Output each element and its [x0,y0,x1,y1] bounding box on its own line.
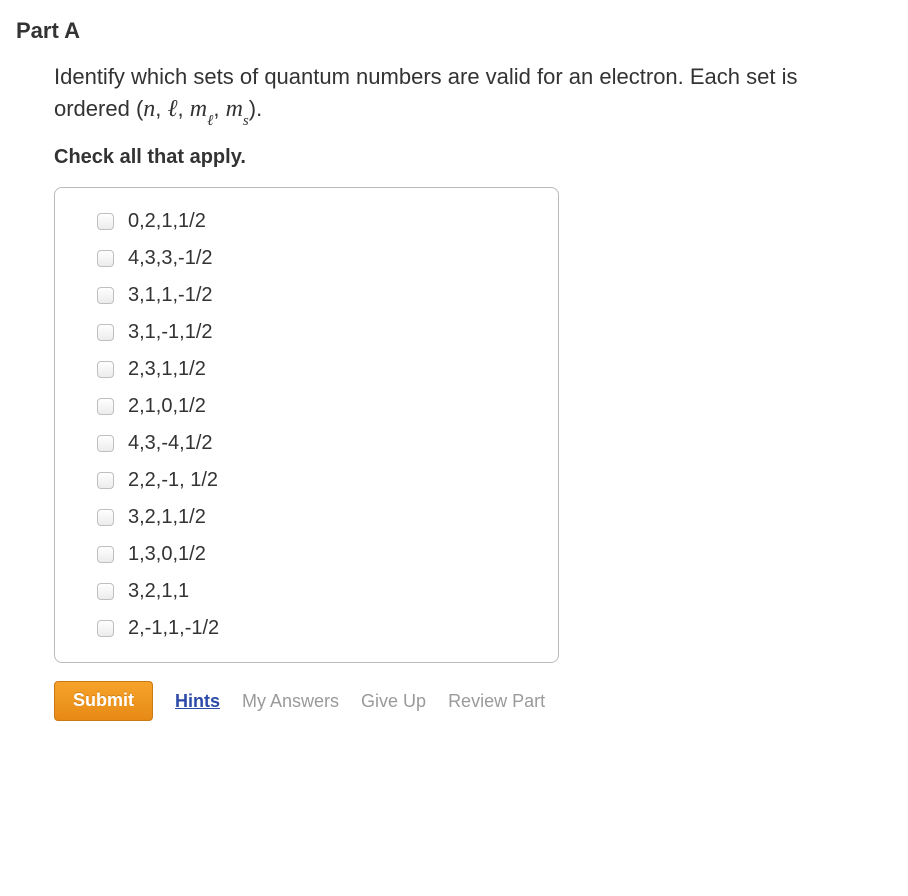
comma1: , [155,96,167,121]
option-row[interactable]: 2,2,-1, 1/2 [79,469,534,492]
my-answers-link[interactable]: My Answers [242,691,339,712]
option-row[interactable]: 3,1,1,-1/2 [79,284,534,307]
give-up-link[interactable]: Give Up [361,691,426,712]
comma3: , [213,96,225,121]
content: Identify which sets of quantum numbers a… [54,62,892,721]
var-l: ℓ [168,96,178,122]
option-checkbox[interactable] [97,620,114,637]
option-label: 2,2,-1, 1/2 [128,469,218,492]
var-ms-sub: s [243,113,249,129]
question-text: Identify which sets of quantum numbers a… [54,62,814,128]
option-row[interactable]: 1,3,0,1/2 [79,543,534,566]
option-label: 3,2,1,1 [128,580,189,603]
var-ms-m: m [226,96,243,122]
option-label: 2,-1,1,-1/2 [128,617,219,640]
check-all-label: Check all that apply. [54,146,892,169]
part-title: Part A [16,18,892,44]
submit-button[interactable]: Submit [54,681,153,721]
option-row[interactable]: 2,1,0,1/2 [79,395,534,418]
hints-link[interactable]: Hints [175,691,220,712]
option-row[interactable]: 3,2,1,1/2 [79,506,534,529]
var-ml-m: m [190,96,207,122]
var-ml-sub: ℓ [207,113,213,129]
option-checkbox[interactable] [97,250,114,267]
option-label: 2,3,1,1/2 [128,358,206,381]
comma2: , [178,96,190,121]
option-checkbox[interactable] [97,213,114,230]
option-checkbox[interactable] [97,472,114,489]
option-label: 3,1,1,-1/2 [128,284,213,307]
question-suffix: ). [249,96,262,121]
option-row[interactable]: 3,2,1,1 [79,580,534,603]
review-part-link[interactable]: Review Part [448,691,545,712]
actions-row: Submit Hints My Answers Give Up Review P… [54,681,892,721]
option-checkbox[interactable] [97,361,114,378]
option-checkbox[interactable] [97,509,114,526]
option-label: 4,3,3,-1/2 [128,247,213,270]
option-label: 4,3,-4,1/2 [128,432,213,455]
option-row[interactable]: 3,1,-1,1/2 [79,321,534,344]
option-checkbox[interactable] [97,583,114,600]
option-label: 1,3,0,1/2 [128,543,206,566]
option-label: 3,1,-1,1/2 [128,321,213,344]
option-row[interactable]: 0,2,1,1/2 [79,210,534,233]
option-row[interactable]: 2,-1,1,-1/2 [79,617,534,640]
option-label: 3,2,1,1/2 [128,506,206,529]
options-box: 0,2,1,1/2 4,3,3,-1/2 3,1,1,-1/2 3,1,-1,1… [54,187,559,663]
option-row[interactable]: 2,3,1,1/2 [79,358,534,381]
option-checkbox[interactable] [97,324,114,341]
option-label: 2,1,0,1/2 [128,395,206,418]
option-checkbox[interactable] [97,546,114,563]
option-checkbox[interactable] [97,287,114,304]
var-n: n [143,96,155,122]
option-row[interactable]: 4,3,-4,1/2 [79,432,534,455]
option-label: 0,2,1,1/2 [128,210,206,233]
option-checkbox[interactable] [97,435,114,452]
option-checkbox[interactable] [97,398,114,415]
option-row[interactable]: 4,3,3,-1/2 [79,247,534,270]
